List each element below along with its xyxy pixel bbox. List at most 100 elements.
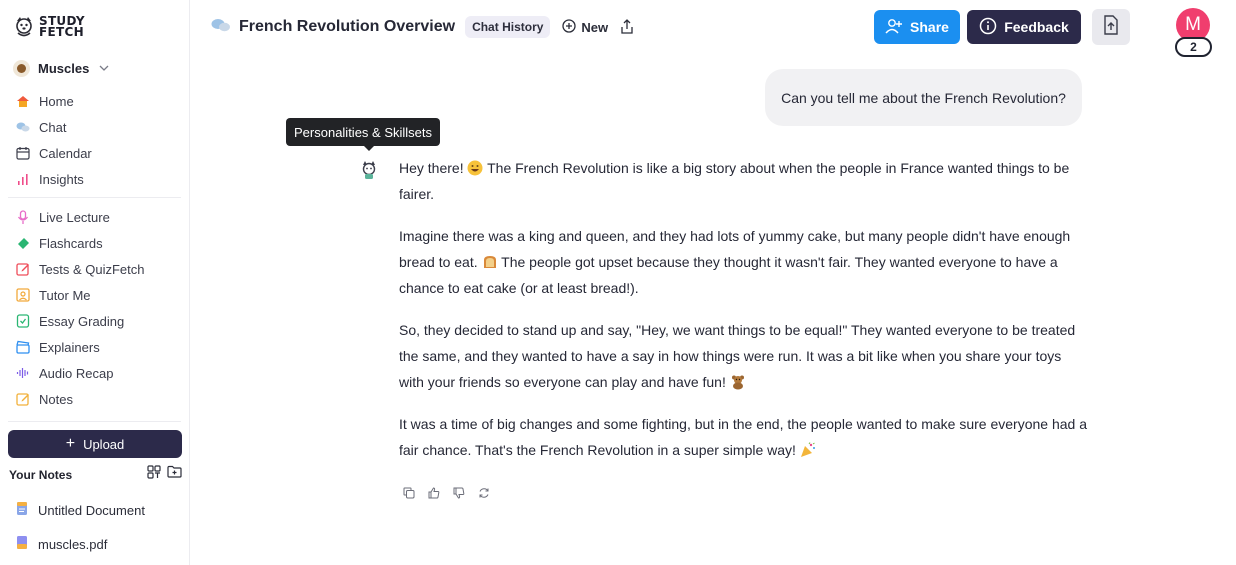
sidebar-item-live-lecture[interactable]: Live Lecture bbox=[0, 204, 190, 230]
new-folder-icon[interactable] bbox=[167, 465, 182, 484]
sidebar-item-label: Insights bbox=[39, 171, 84, 187]
user-avatar-menu[interactable]: M 2 bbox=[1174, 8, 1214, 60]
house-icon bbox=[15, 93, 31, 109]
sidebar-item-label: Audio Recap bbox=[39, 365, 114, 381]
copy-icon[interactable] bbox=[402, 486, 415, 499]
sidebar-item-label: Home bbox=[39, 93, 74, 109]
info-circle-icon bbox=[979, 17, 997, 38]
chat-bubbles-icon bbox=[15, 119, 31, 135]
file-label: Untitled Document bbox=[38, 502, 145, 518]
flashcards-icon bbox=[15, 235, 31, 251]
logo-line2: FETCH bbox=[39, 25, 84, 39]
assistant-paragraph: It was a time of big changes and some fi… bbox=[399, 411, 1089, 463]
file-label: muscles.pdf bbox=[38, 536, 108, 552]
user-message-bubble: Can you tell me about the French Revolut… bbox=[765, 69, 1082, 126]
sidebar-item-essay-grading[interactable]: Essay Grading bbox=[0, 308, 190, 334]
regenerate-icon[interactable] bbox=[477, 486, 490, 499]
sidebar-item-flashcards[interactable]: Flashcards bbox=[0, 230, 190, 256]
tooltip: Personalities & Skillsets bbox=[286, 118, 440, 151]
assistant-paragraph: Hey there! The French Revolution is like… bbox=[399, 155, 1089, 207]
add-user-icon bbox=[885, 18, 903, 37]
bot-avatar-icon[interactable] bbox=[360, 160, 378, 180]
sidebar-item-label: Explainers bbox=[39, 339, 100, 355]
chat-history-button[interactable]: Chat History bbox=[465, 16, 551, 38]
note-item-untitled-document[interactable]: Untitled Document bbox=[15, 501, 145, 519]
sidebar-item-home[interactable]: Home bbox=[0, 88, 190, 114]
note-item-muscles-pdf[interactable]: muscles.pdf bbox=[15, 535, 107, 553]
sidebar-item-label: Calendar bbox=[39, 145, 92, 161]
sidebar-item-label: Tutor Me bbox=[39, 287, 91, 303]
sidebar-item-label: Chat bbox=[39, 119, 67, 135]
bar-chart-icon bbox=[15, 171, 31, 187]
sidebar: STUDY FETCH Muscles Home Chat Calendar I… bbox=[0, 0, 190, 565]
waveform-icon bbox=[15, 365, 31, 381]
chat-bubbles-icon bbox=[211, 17, 231, 38]
upload-button[interactable]: + Upload bbox=[8, 430, 182, 458]
grin-emoji-icon bbox=[467, 158, 483, 176]
your-notes-header: Your Notes bbox=[9, 465, 182, 484]
sidebar-item-label: Flashcards bbox=[39, 235, 103, 251]
check-document-icon bbox=[15, 313, 31, 329]
microphone-icon bbox=[15, 209, 31, 225]
feedback-label: Feedback bbox=[1004, 19, 1069, 35]
sidebar-item-explainers[interactable]: Explainers bbox=[0, 334, 190, 360]
new-chat-button[interactable]: New bbox=[562, 18, 609, 36]
workspace-selector[interactable]: Muscles bbox=[13, 58, 109, 78]
sidebar-item-calendar[interactable]: Calendar bbox=[0, 140, 190, 166]
thumbs-up-icon[interactable] bbox=[427, 486, 440, 499]
sidebar-item-insights[interactable]: Insights bbox=[0, 166, 190, 192]
party-popper-emoji-icon bbox=[800, 440, 816, 457]
thumbs-down-icon[interactable] bbox=[452, 486, 465, 499]
user-message-text: Can you tell me about the French Revolut… bbox=[781, 89, 1066, 106]
document-icon bbox=[15, 501, 29, 519]
tooltip-text: Personalities & Skillsets bbox=[294, 124, 432, 140]
share-button[interactable]: Share bbox=[874, 10, 960, 44]
plus-circle-icon bbox=[562, 18, 577, 36]
sidebar-item-audio-recap[interactable]: Audio Recap bbox=[0, 360, 190, 386]
sidebar-item-notes[interactable]: Notes bbox=[0, 386, 190, 412]
tutor-icon bbox=[15, 287, 31, 303]
paragraph-text: The people got upset because they though… bbox=[399, 254, 1058, 296]
notification-badge: 2 bbox=[1175, 37, 1212, 57]
feedback-button[interactable]: Feedback bbox=[967, 10, 1081, 44]
studyfetch-logo[interactable]: STUDY FETCH bbox=[13, 14, 85, 40]
layout-grid-icon[interactable] bbox=[147, 465, 161, 484]
paragraph-text: It was a time of big changes and some fi… bbox=[399, 416, 1087, 458]
chevron-down-icon bbox=[99, 63, 109, 74]
paragraph-text: The French Revolution is like a big stor… bbox=[399, 160, 1070, 202]
sidebar-item-tests[interactable]: Tests & QuizFetch bbox=[0, 256, 190, 282]
your-notes-heading: Your Notes bbox=[9, 467, 73, 482]
assistant-paragraph: Imagine there was a king and queen, and … bbox=[399, 223, 1089, 301]
sidebar-item-label: Tests & QuizFetch bbox=[39, 261, 145, 277]
pdf-icon bbox=[15, 535, 29, 553]
chat-title[interactable]: French Revolution Overview bbox=[239, 18, 455, 36]
new-chat-label: New bbox=[581, 19, 609, 35]
assistant-message: Hey there! The French Revolution is like… bbox=[399, 155, 1089, 479]
teddy-bear-emoji-icon bbox=[730, 372, 746, 390]
bread-emoji-icon bbox=[482, 252, 498, 268]
sidebar-item-label: Essay Grading bbox=[39, 313, 125, 329]
sidebar-item-tutor-me[interactable]: Tutor Me bbox=[0, 282, 190, 308]
primary-nav: Home Chat Calendar Insights bbox=[0, 88, 190, 192]
workspace-avatar bbox=[13, 59, 30, 77]
sidebar-item-chat[interactable]: Chat bbox=[0, 114, 190, 140]
sidebar-item-label: Notes bbox=[39, 391, 73, 407]
sidebar-divider bbox=[8, 421, 181, 422]
share-label: Share bbox=[910, 19, 949, 35]
export-button[interactable] bbox=[1092, 9, 1130, 45]
paragraph-text: Hey there! bbox=[399, 160, 468, 176]
top-header: French Revolution Overview Chat History … bbox=[191, 0, 1236, 57]
clapperboard-icon bbox=[15, 339, 31, 355]
calendar-icon bbox=[15, 145, 31, 161]
assistant-paragraph: So, they decided to stand up and say, "H… bbox=[399, 317, 1089, 395]
workspace-label: Muscles bbox=[38, 60, 90, 76]
share-upload-icon[interactable] bbox=[620, 19, 634, 35]
upload-label: Upload bbox=[83, 436, 125, 452]
pencil-square-icon bbox=[15, 261, 31, 277]
notes-icon bbox=[15, 391, 31, 407]
sidebar-divider bbox=[8, 197, 181, 198]
message-actions bbox=[402, 486, 490, 499]
tools-nav: Live Lecture Flashcards Tests & QuizFetc… bbox=[0, 204, 190, 412]
file-upload-icon bbox=[1103, 14, 1119, 40]
sidebar-item-label: Live Lecture bbox=[39, 209, 110, 225]
